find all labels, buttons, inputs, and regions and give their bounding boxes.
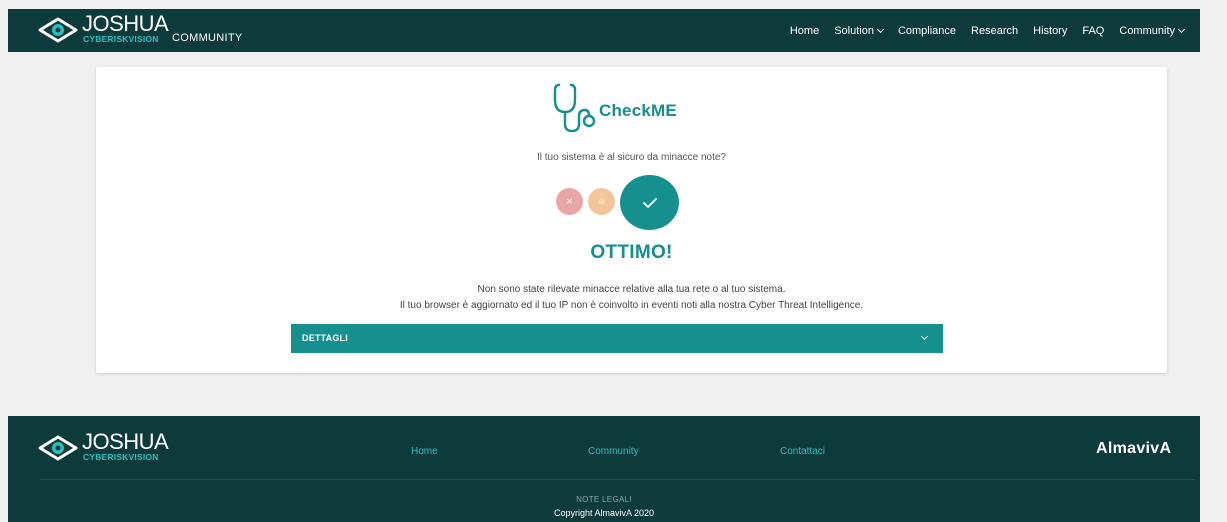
- nav-solution-label: Solution: [834, 24, 874, 37]
- footer-link-community[interactable]: Community: [588, 446, 639, 457]
- nav-faq[interactable]: FAQ: [1082, 25, 1104, 37]
- status-threat-dot: ✕: [556, 188, 583, 215]
- status-warning-dot: ⊖: [588, 188, 615, 215]
- almaviva-logo[interactable]: AlmavivA: [1096, 440, 1171, 458]
- result-title: OTTIMO!: [590, 242, 673, 263]
- nav-community-label: Community: [1119, 24, 1175, 37]
- copyright-text: Copyright AlmavivA 2020: [553, 508, 655, 518]
- footer: JOSHUA CYBERISKVISION Home Community Con…: [8, 416, 1200, 522]
- nav-research-label: Research: [971, 24, 1019, 37]
- nav-compliance-label: Compliance: [897, 24, 957, 37]
- nav-history[interactable]: History: [1033, 25, 1067, 37]
- checkme-card: CheckME Il tuo sistema è al sicuro da mi…: [96, 67, 1167, 373]
- footer-divider: [40, 479, 1195, 480]
- main-nav: Home Solution Compliance Research Histor…: [790, 9, 1186, 52]
- nav-history-label: History: [1033, 24, 1068, 37]
- nav-faq-label: FAQ: [1082, 24, 1105, 37]
- chevron-down-icon: [876, 25, 884, 33]
- brand-subtitle: CYBERISKVISION: [83, 34, 159, 44]
- result-message-line1: Non sono state rilevate minacce relative…: [477, 284, 786, 295]
- minus-circle-icon: ⊖: [598, 197, 605, 206]
- chevron-down-icon: [920, 332, 929, 341]
- legal-notes-link[interactable]: NOTE LEGALI: [8, 495, 1200, 504]
- x-icon: ✕: [566, 197, 573, 206]
- check-icon: [642, 197, 657, 208]
- result-message-line2: Il tuo browser è aggiornato ed il tuo IP…: [399, 300, 864, 311]
- eye-logo-icon: [38, 435, 78, 461]
- security-question: Il tuo sistema è al sicuro da minacce no…: [537, 152, 726, 163]
- brand-community: COMMUNITY: [172, 32, 243, 44]
- footer-brand-subtitle: CYBERISKVISION: [83, 452, 159, 462]
- nav-home-label: Home: [789, 24, 820, 37]
- footer-link-contattaci[interactable]: Contattaci: [780, 446, 825, 457]
- nav-home[interactable]: Home: [790, 25, 819, 37]
- status-ok-dot: [620, 175, 679, 230]
- footer-link-home[interactable]: Home: [411, 446, 438, 457]
- top-navbar: JOSHUA CYBERISKVISION COMMUNITY Home Sol…: [8, 9, 1200, 52]
- nav-solution[interactable]: Solution: [834, 24, 884, 37]
- chevron-down-icon: [1177, 25, 1186, 33]
- nav-community[interactable]: Community: [1119, 24, 1186, 37]
- stethoscope-icon: [553, 83, 596, 133]
- details-label: DETTAGLI: [302, 333, 348, 343]
- details-accordion[interactable]: DETTAGLI: [291, 324, 943, 353]
- eye-logo-icon: [38, 17, 78, 43]
- nav-compliance[interactable]: Compliance: [898, 25, 956, 37]
- nav-research[interactable]: Research: [971, 25, 1018, 37]
- checkme-title: CheckME: [599, 101, 677, 120]
